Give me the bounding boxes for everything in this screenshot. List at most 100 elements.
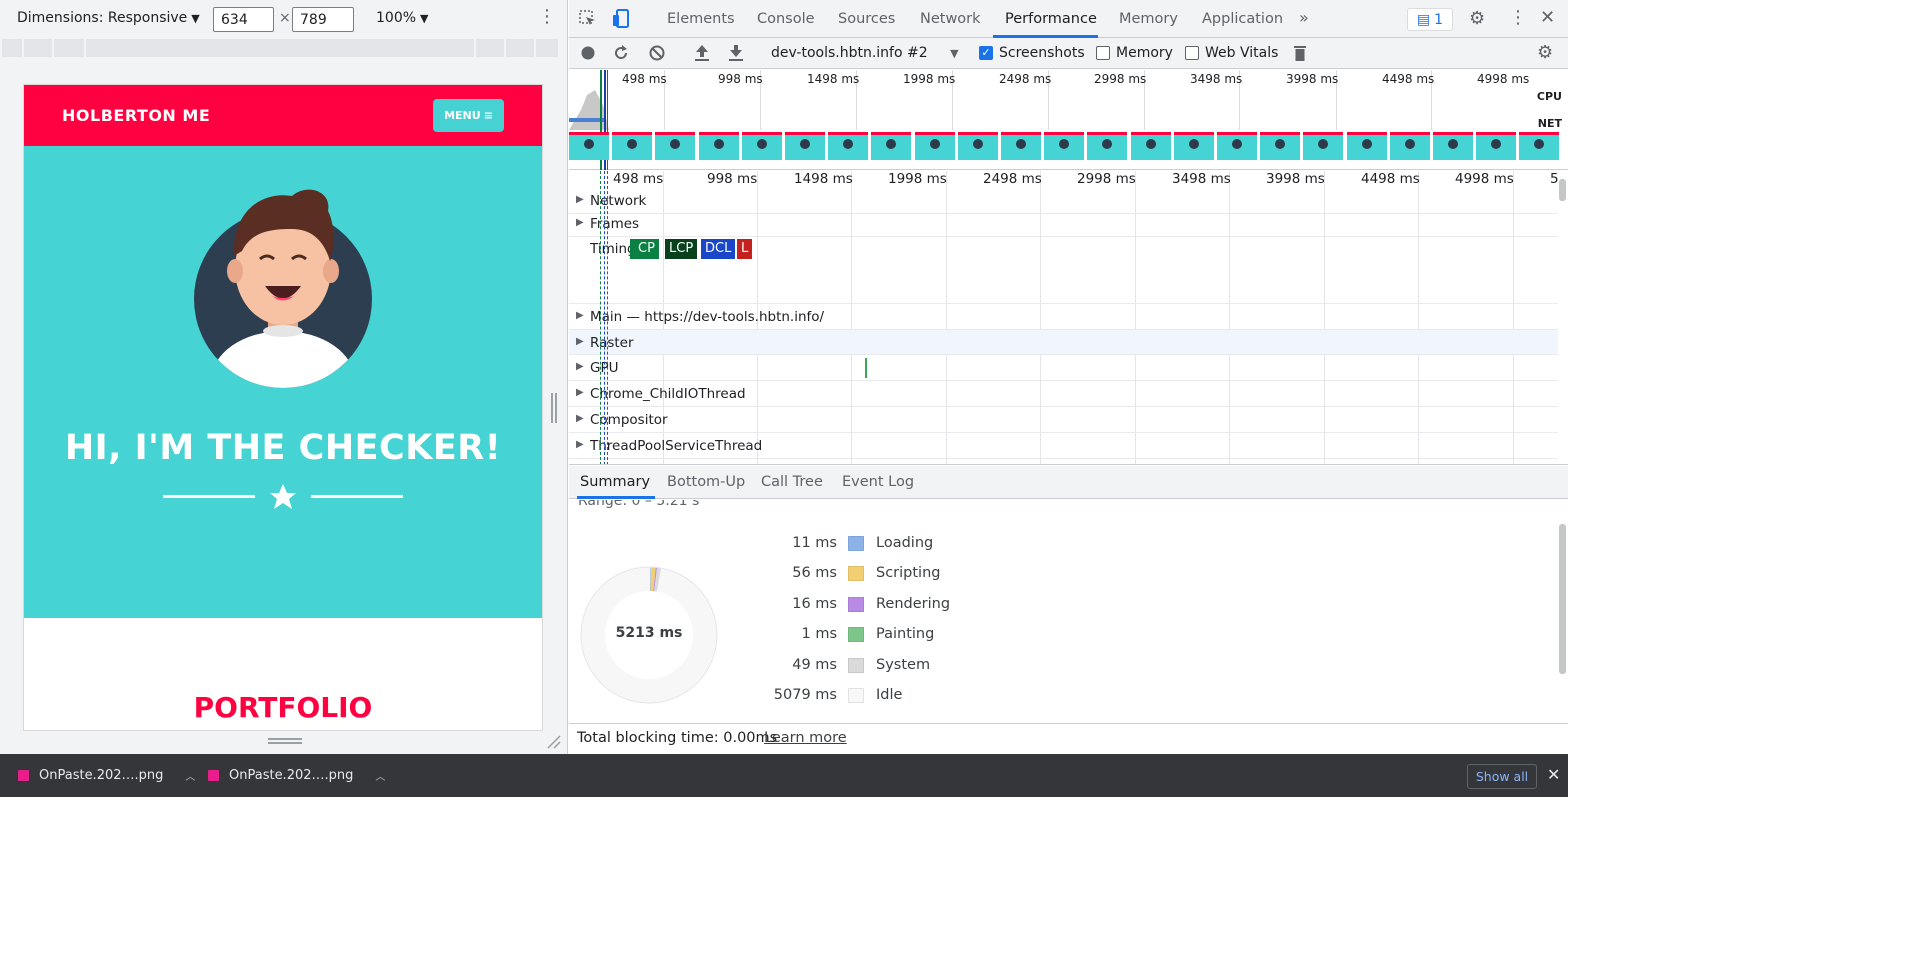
expand-arrow-icon[interactable]: ▶ bbox=[576, 387, 584, 398]
screenshot-thumbnail[interactable] bbox=[871, 132, 912, 160]
chevron-up-icon[interactable]: ︿ bbox=[185, 768, 195, 783]
lcp-marker[interactable]: LCP bbox=[665, 239, 698, 259]
screenshot-thumbnail[interactable] bbox=[828, 132, 869, 160]
download-item[interactable]: OnPaste.202….png ︿ bbox=[208, 754, 385, 797]
load-marker[interactable]: L bbox=[737, 239, 753, 259]
screenshot-thumbnail[interactable] bbox=[1389, 132, 1430, 160]
corner-resize-icon[interactable] bbox=[546, 734, 562, 750]
fcp-marker[interactable]: CP bbox=[630, 239, 659, 259]
screenshot-thumbnail[interactable] bbox=[914, 132, 955, 160]
tab-call-tree[interactable]: Call Tree bbox=[761, 474, 823, 490]
caret-down-icon: ▼ bbox=[191, 12, 200, 25]
screenshot-thumbnail[interactable] bbox=[1476, 132, 1517, 160]
tab-memory[interactable]: Memory bbox=[1119, 11, 1178, 27]
reload-icon[interactable] bbox=[613, 45, 629, 61]
screenshot-thumbnail[interactable] bbox=[1303, 132, 1344, 160]
dimensions-select[interactable]: Dimensions: Responsive ▼ bbox=[17, 10, 200, 26]
screenshot-thumbnail[interactable] bbox=[785, 132, 825, 160]
tab-event-log[interactable]: Event Log bbox=[842, 474, 914, 490]
chevron-up-icon[interactable]: ︿ bbox=[375, 768, 385, 783]
width-resize-handle[interactable] bbox=[551, 393, 557, 423]
expand-arrow-icon[interactable]: ▶ bbox=[576, 413, 584, 424]
download-item[interactable]: OnPaste.202….png ︿ bbox=[18, 754, 195, 797]
screenshot-thumbnail[interactable] bbox=[1260, 132, 1301, 160]
screenshot-thumbnail[interactable] bbox=[698, 132, 739, 160]
width-input[interactable] bbox=[213, 7, 274, 32]
summary-scrollbar[interactable] bbox=[1559, 524, 1566, 674]
screenshot-thumbnail[interactable] bbox=[957, 132, 998, 160]
tab-application[interactable]: Application bbox=[1202, 11, 1283, 27]
timeline-overview[interactable]: 498 ms 998 ms 1498 ms 1998 ms 2498 ms 29… bbox=[569, 70, 1568, 170]
close-icon[interactable]: ✕ bbox=[1547, 765, 1560, 784]
dcl-marker[interactable]: DCL bbox=[701, 239, 736, 259]
menu-button[interactable]: MENU ≡ bbox=[433, 99, 504, 132]
flame-scrollbar[interactable] bbox=[1559, 179, 1566, 201]
tab-sources[interactable]: Sources bbox=[838, 11, 895, 27]
download-shelf: OnPaste.202….png ︿ OnPaste.202….png ︿ Sh… bbox=[0, 754, 1568, 797]
upload-icon[interactable] bbox=[694, 44, 710, 62]
more-tabs-icon[interactable]: » bbox=[1299, 8, 1309, 27]
track-gpu[interactable]: ▶ GPU bbox=[569, 355, 1558, 381]
profile-select[interactable]: dev-tools.hbtn.info #2 ▼ bbox=[771, 45, 959, 61]
expand-arrow-icon[interactable]: ▶ bbox=[576, 336, 584, 347]
settings-icon[interactable]: ⚙ bbox=[1469, 8, 1485, 29]
tab-network[interactable]: Network bbox=[920, 11, 981, 27]
tab-console[interactable]: Console bbox=[757, 11, 815, 27]
track-main[interactable]: ▶ Main — https://dev-tools.hbtn.info/ bbox=[569, 304, 1558, 330]
record-icon[interactable] bbox=[581, 46, 595, 60]
screenshot-thumbnail[interactable] bbox=[1001, 132, 1041, 160]
zoom-select[interactable]: 100% ▼ bbox=[376, 10, 429, 26]
screenshot-thumbnail[interactable] bbox=[569, 132, 609, 160]
expand-arrow-icon[interactable]: ▶ bbox=[576, 361, 584, 372]
trash-icon[interactable] bbox=[1293, 44, 1307, 62]
customize-icon[interactable]: ⋮ bbox=[1509, 7, 1527, 28]
tab-elements[interactable]: Elements bbox=[667, 11, 735, 27]
more-options-icon[interactable]: ⋮ bbox=[538, 8, 556, 26]
screenshot-thumbnail[interactable] bbox=[1087, 132, 1128, 160]
inspect-element-icon[interactable] bbox=[579, 10, 597, 28]
screenshot-thumbnail[interactable] bbox=[1217, 132, 1257, 160]
height-input[interactable] bbox=[292, 7, 354, 32]
screenshot-thumbnail[interactable] bbox=[1044, 132, 1085, 160]
close-icon[interactable]: ✕ bbox=[1540, 7, 1555, 28]
memory-checkbox[interactable]: Memory bbox=[1096, 45, 1173, 61]
expand-arrow-icon[interactable]: ▶ bbox=[576, 310, 584, 321]
track-frames[interactable]: ▶ Frames bbox=[569, 214, 1558, 237]
device-toggle-icon[interactable] bbox=[612, 9, 630, 29]
screenshot-thumbnail[interactable] bbox=[1519, 132, 1560, 160]
screenshot-thumbnail[interactable] bbox=[1173, 132, 1214, 160]
flame-tick-label: 4998 ms bbox=[1455, 171, 1514, 187]
screenshot-thumbnail[interactable] bbox=[1433, 132, 1473, 160]
issues-button[interactable]: ▤ 1 bbox=[1407, 8, 1453, 31]
flame-tick-label: 4498 ms bbox=[1361, 171, 1420, 187]
height-resize-handle[interactable] bbox=[268, 738, 302, 746]
expand-arrow-icon[interactable]: ▶ bbox=[576, 194, 584, 205]
show-all-button[interactable]: Show all bbox=[1467, 764, 1537, 789]
expand-arrow-icon[interactable]: ▶ bbox=[576, 217, 584, 228]
expand-arrow-icon[interactable]: ▶ bbox=[576, 439, 584, 450]
screenshot-thumbnail[interactable] bbox=[1130, 132, 1171, 160]
track-compositor[interactable]: ▶ Compositor bbox=[569, 407, 1558, 433]
tab-performance[interactable]: Performance bbox=[1005, 11, 1097, 27]
web-vitals-checkbox[interactable]: Web Vitals bbox=[1185, 45, 1278, 61]
download-icon[interactable] bbox=[728, 44, 744, 62]
track-network[interactable]: ▶ Network bbox=[569, 191, 1558, 214]
learn-more-link[interactable]: Learn more bbox=[764, 730, 847, 746]
screenshot-thumbnail[interactable] bbox=[612, 132, 653, 160]
tab-bottom-up[interactable]: Bottom-Up bbox=[667, 474, 745, 490]
tab-summary[interactable]: Summary bbox=[580, 474, 650, 490]
track-raster[interactable]: ▶ Raster bbox=[569, 330, 1558, 355]
track-threadpool[interactable]: ▶ ThreadPoolServiceThread bbox=[569, 433, 1558, 459]
screenshot-thumbnail[interactable] bbox=[741, 132, 782, 160]
site-brand[interactable]: HOLBERTON ME bbox=[62, 106, 210, 125]
screenshot-thumbnail[interactable] bbox=[655, 132, 696, 160]
track-child-io[interactable]: ▶ Chrome_ChildIOThread bbox=[569, 381, 1558, 407]
capture-settings-icon[interactable]: ⚙ bbox=[1537, 42, 1553, 63]
screenshot-thumbnail[interactable] bbox=[1346, 132, 1387, 160]
flame-chart[interactable]: 498 ms 998 ms 1498 ms 1998 ms 2498 ms 29… bbox=[569, 171, 1568, 465]
media-query-bar[interactable] bbox=[2, 39, 566, 57]
gpu-task[interactable] bbox=[865, 358, 867, 378]
screenshots-checkbox[interactable]: ✓ Screenshots bbox=[979, 45, 1085, 61]
clear-icon[interactable] bbox=[649, 45, 665, 61]
dcl-line bbox=[604, 171, 605, 464]
